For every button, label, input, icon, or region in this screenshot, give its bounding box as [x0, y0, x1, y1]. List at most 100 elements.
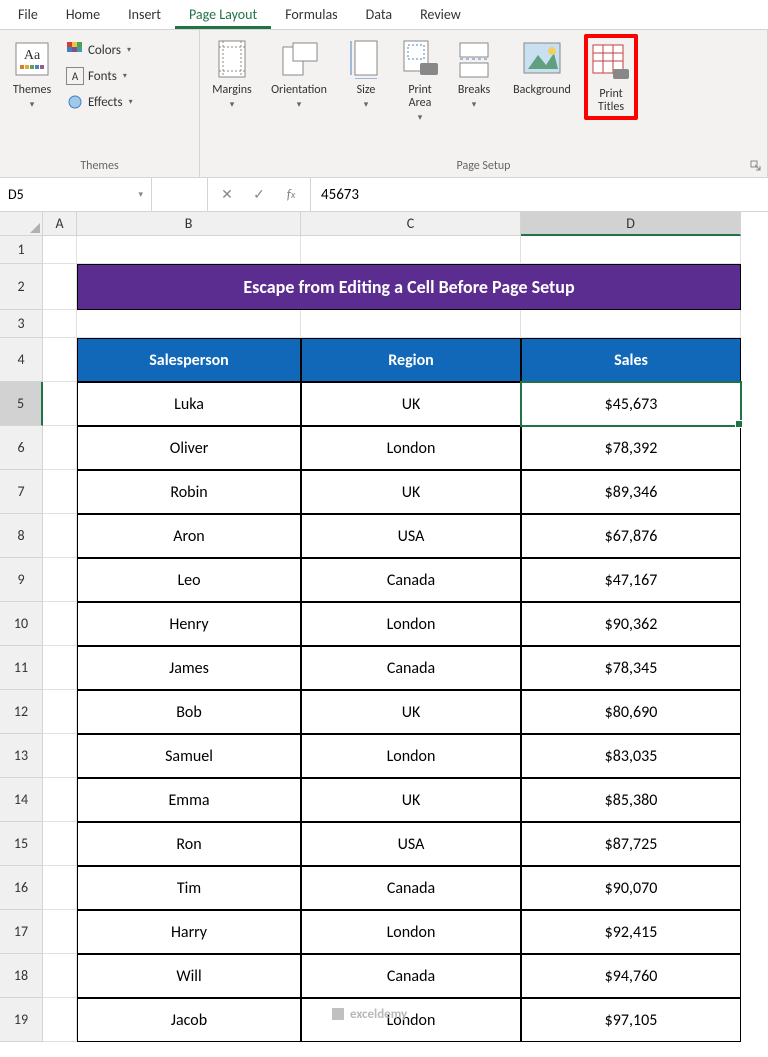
cell-blank[interactable] [43, 866, 77, 910]
tab-formulas[interactable]: Formulas [271, 0, 351, 29]
col-header-D[interactable]: D [521, 212, 741, 236]
row-header-4[interactable]: 4 [0, 338, 43, 382]
themes-button[interactable]: Aa Themes ▾ [6, 34, 58, 112]
table-cell[interactable]: $90,070 [521, 866, 741, 910]
cell-blank[interactable] [43, 426, 77, 470]
dialog-launcher-icon[interactable] [749, 159, 763, 173]
table-cell[interactable]: $80,690 [521, 690, 741, 734]
cell-blank[interactable] [43, 470, 77, 514]
table-cell[interactable]: $97,105 [521, 998, 741, 1042]
cell-blank[interactable] [43, 558, 77, 602]
row-header-16[interactable]: 16 [0, 866, 43, 910]
table-cell[interactable]: Leo [77, 558, 301, 602]
table-cell[interactable]: Canada [301, 558, 521, 602]
table-cell[interactable]: Harry [77, 910, 301, 954]
table-cell[interactable]: Bob [77, 690, 301, 734]
table-header[interactable]: Salesperson [77, 338, 301, 382]
cell-blank[interactable] [521, 310, 741, 338]
table-cell[interactable]: Luka [77, 382, 301, 426]
table-cell[interactable]: London [301, 426, 521, 470]
table-cell[interactable]: $94,760 [521, 954, 741, 998]
cell-blank[interactable] [43, 998, 77, 1042]
table-cell[interactable]: James [77, 646, 301, 690]
tab-home[interactable]: Home [52, 0, 114, 29]
tab-insert[interactable]: Insert [114, 0, 175, 29]
cell-blank[interactable] [301, 236, 521, 264]
table-cell[interactable]: UK [301, 778, 521, 822]
row-header-9[interactable]: 9 [0, 558, 43, 602]
row-header-2[interactable]: 2 [0, 264, 43, 310]
row-header-13[interactable]: 13 [0, 734, 43, 778]
cell-blank[interactable] [43, 778, 77, 822]
table-cell[interactable]: Samuel [77, 734, 301, 778]
table-cell[interactable]: $78,345 [521, 646, 741, 690]
col-header-B[interactable]: B [77, 212, 301, 236]
cell-blank[interactable] [521, 236, 741, 264]
cell-blank[interactable] [77, 236, 301, 264]
cancel-icon[interactable]: ✕ [216, 184, 238, 206]
row-header-7[interactable]: 7 [0, 470, 43, 514]
table-cell[interactable]: $47,167 [521, 558, 741, 602]
tab-page-layout[interactable]: Page Layout [175, 0, 271, 29]
cell-blank[interactable] [43, 822, 77, 866]
effects-button[interactable]: Effects▾ [62, 90, 137, 114]
table-cell[interactable]: Tim [77, 866, 301, 910]
print-titles-button[interactable]: Print Titles [584, 34, 638, 120]
table-cell[interactable]: $45,673 [521, 382, 741, 426]
table-cell[interactable]: Emma [77, 778, 301, 822]
row-header-3[interactable]: 3 [0, 310, 43, 338]
table-cell[interactable]: London [301, 998, 521, 1042]
table-cell[interactable]: Will [77, 954, 301, 998]
table-cell[interactable]: USA [301, 514, 521, 558]
table-header[interactable]: Sales [521, 338, 741, 382]
table-cell[interactable]: $90,362 [521, 602, 741, 646]
table-cell[interactable]: UK [301, 690, 521, 734]
table-cell[interactable]: $83,035 [521, 734, 741, 778]
tab-file[interactable]: File [4, 0, 52, 29]
row-header-1[interactable]: 1 [0, 236, 43, 264]
tab-review[interactable]: Review [406, 0, 475, 29]
table-cell[interactable]: London [301, 910, 521, 954]
fx-icon[interactable]: fx [280, 184, 302, 206]
table-cell[interactable]: Jacob [77, 998, 301, 1042]
formula-input[interactable]: 45673 [311, 186, 768, 204]
background-button[interactable]: Background [502, 34, 582, 99]
select-all-button[interactable] [0, 212, 43, 236]
table-cell[interactable]: $87,725 [521, 822, 741, 866]
row-header-8[interactable]: 8 [0, 514, 43, 558]
table-header[interactable]: Region [301, 338, 521, 382]
col-header-A[interactable]: A [43, 212, 77, 236]
table-cell[interactable]: Canada [301, 954, 521, 998]
cell-blank[interactable] [43, 310, 77, 338]
cell-blank[interactable] [43, 954, 77, 998]
cell-blank[interactable] [43, 264, 77, 310]
cell-blank[interactable] [43, 690, 77, 734]
row-header-19[interactable]: 19 [0, 998, 43, 1042]
cell-blank[interactable] [43, 236, 77, 264]
breaks-button[interactable]: Breaks▾ [448, 34, 500, 112]
cell-blank[interactable] [43, 602, 77, 646]
orientation-button[interactable]: Orientation▾ [260, 34, 338, 112]
table-cell[interactable]: UK [301, 382, 521, 426]
table-cell[interactable]: $92,415 [521, 910, 741, 954]
row-header-5[interactable]: 5 [0, 382, 43, 426]
table-cell[interactable]: USA [301, 822, 521, 866]
table-cell[interactable]: UK [301, 470, 521, 514]
table-cell[interactable]: $89,346 [521, 470, 741, 514]
fonts-button[interactable]: A Fonts▾ [62, 64, 137, 88]
cell-blank[interactable] [77, 310, 301, 338]
table-cell[interactable]: $78,392 [521, 426, 741, 470]
cell-blank[interactable] [43, 646, 77, 690]
table-cell[interactable]: $67,876 [521, 514, 741, 558]
cell-blank[interactable] [43, 910, 77, 954]
enter-icon[interactable]: ✓ [248, 184, 270, 206]
name-box[interactable]: D5 ▾ [0, 178, 152, 211]
table-cell[interactable]: Canada [301, 866, 521, 910]
table-cell[interactable]: London [301, 602, 521, 646]
cell-blank[interactable] [43, 734, 77, 778]
row-header-12[interactable]: 12 [0, 690, 43, 734]
size-button[interactable]: Size▾ [340, 34, 392, 112]
row-header-6[interactable]: 6 [0, 426, 43, 470]
row-header-15[interactable]: 15 [0, 822, 43, 866]
table-cell[interactable]: Oliver [77, 426, 301, 470]
